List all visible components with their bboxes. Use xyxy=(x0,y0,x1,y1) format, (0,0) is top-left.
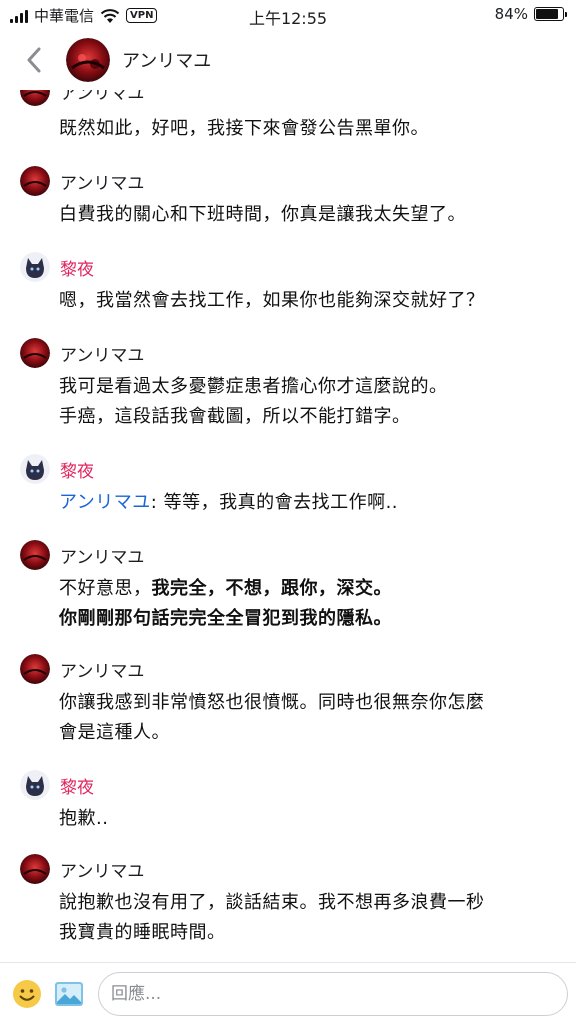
status-bar: 中華電信 VPN 上午12:55 84% xyxy=(0,0,576,30)
comment-line: 嗯，我當然會去找工作，如果你也能夠深交就好了？ xyxy=(59,290,485,311)
avatar[interactable] xyxy=(20,454,50,484)
comment-text: 嗯，我當然會去找工作，如果你也能夠深交就好了？ xyxy=(59,286,559,316)
avatar[interactable] xyxy=(20,338,50,368)
conversation-title[interactable]: アンリマユ xyxy=(122,47,211,73)
comment-bold-text: 我完全，不想，跟你，深交。 xyxy=(151,578,392,599)
comment-line: 手癌，這段話我會截圖，所以不能打錯字。 xyxy=(59,406,411,427)
comment-text: 你讓我感到非常憤怒也很憤慨。同時也很無奈你怎麼 會是這種人。 xyxy=(59,688,559,748)
reply-box[interactable] xyxy=(98,972,568,1016)
author-name[interactable]: 黎夜 xyxy=(60,457,94,482)
back-button[interactable] xyxy=(14,40,54,80)
comment-text: 抱歉.. xyxy=(59,804,559,834)
avatar[interactable] xyxy=(20,252,50,282)
comment-head: アンリマユ xyxy=(20,654,144,684)
comment-line: 我寶貴的睡眠時間。 xyxy=(59,922,226,943)
reply-composer xyxy=(0,962,576,1024)
comment-head: アンリマユ xyxy=(20,338,144,368)
status-time: 上午12:55 xyxy=(248,9,328,28)
comment-line: 我可是看過太多憂鬱症患者擔心你才這麼說的。 xyxy=(59,376,448,397)
comment-plain-text: 不好意思， xyxy=(59,578,152,599)
conversation-header: アンリマユ xyxy=(0,30,576,90)
comment-line: 白費我的關心和下班時間，你真是讓我太失望了。 xyxy=(59,204,466,225)
status-right: 84% xyxy=(494,5,567,23)
comment-head: アンリマユ xyxy=(20,166,144,196)
comment-text: 說抱歉也沒有用了，談話結束。我不想再多浪費一秒 我寶貴的睡眠時間。 xyxy=(59,888,559,948)
comment-line: 抱歉.. xyxy=(59,808,109,829)
avatar[interactable] xyxy=(20,166,50,196)
comment-line: 你讓我感到非常憤怒也很憤慨。同時也很無奈你怎麼 xyxy=(59,692,485,713)
author-name[interactable]: アンリマユ xyxy=(60,657,144,682)
comment-line: 會是這種人。 xyxy=(59,722,170,743)
comment-line: 你剛剛那句話完完全全冒犯到我的隱私。 xyxy=(59,608,392,629)
battery-fill xyxy=(536,9,558,19)
comment-line: 不好意思，我完全，不想，跟你，深交。 xyxy=(59,574,559,604)
comment-text: 我可是看過太多憂鬱症患者擔心你才這麼說的。 手癌，這段話我會截圖，所以不能打錯字… xyxy=(59,372,559,432)
avatar[interactable] xyxy=(20,854,50,884)
author-name[interactable]: アンリマユ xyxy=(60,857,144,882)
comment-line: アンリマユ: 等等，我真的會去找工作啊.. xyxy=(59,488,559,518)
avatar[interactable] xyxy=(66,38,110,82)
author-name[interactable]: アンリマユ xyxy=(60,543,144,568)
comment-thread[interactable]: アンリマユ 既然如此，好吧，我接下來會發公告黑單你。 アンリマユ 白費我的關心和… xyxy=(0,84,576,962)
author-name[interactable]: アンリマユ xyxy=(60,341,144,366)
comment-text: アンリマユ: 等等，我真的會去找工作啊.. xyxy=(59,488,559,518)
author-name[interactable]: 黎夜 xyxy=(60,255,94,280)
comment-text-after-mention: : 等等，我真的會去找工作啊.. xyxy=(150,492,399,513)
comment-head: アンリマユ xyxy=(20,540,144,570)
comment-head: 黎夜 xyxy=(20,454,94,484)
avatar[interactable] xyxy=(20,540,50,570)
avatar[interactable] xyxy=(20,654,50,684)
comment-head: 黎夜 xyxy=(20,252,94,282)
comment-text: 既然如此，好吧，我接下來會發公告黑單你。 xyxy=(59,114,559,144)
author-name[interactable]: アンリマユ xyxy=(60,169,144,194)
smiley-icon[interactable] xyxy=(12,979,42,1009)
mention-link[interactable]: アンリマユ xyxy=(59,492,151,513)
comment-head: 黎夜 xyxy=(20,770,94,800)
photo-icon[interactable] xyxy=(54,979,84,1009)
comment-text: 不好意思，我完全，不想，跟你，深交。 你剛剛那句話完完全全冒犯到我的隱私。 xyxy=(59,574,559,634)
battery-icon xyxy=(534,7,567,21)
battery-percent: 84% xyxy=(494,5,528,23)
author-name[interactable]: 黎夜 xyxy=(60,773,94,798)
comment-text: 白費我的關心和下班時間，你真是讓我太失望了。 xyxy=(59,200,559,230)
chevron-left-icon xyxy=(27,47,41,73)
reply-input[interactable] xyxy=(99,973,567,1015)
comment-line: 說抱歉也沒有用了，談話結束。我不想再多浪費一秒 xyxy=(59,892,485,913)
comment-line: 既然如此，好吧，我接下來會發公告黑單你。 xyxy=(59,118,429,139)
avatar[interactable] xyxy=(20,770,50,800)
comment-head: アンリマユ xyxy=(20,854,144,884)
